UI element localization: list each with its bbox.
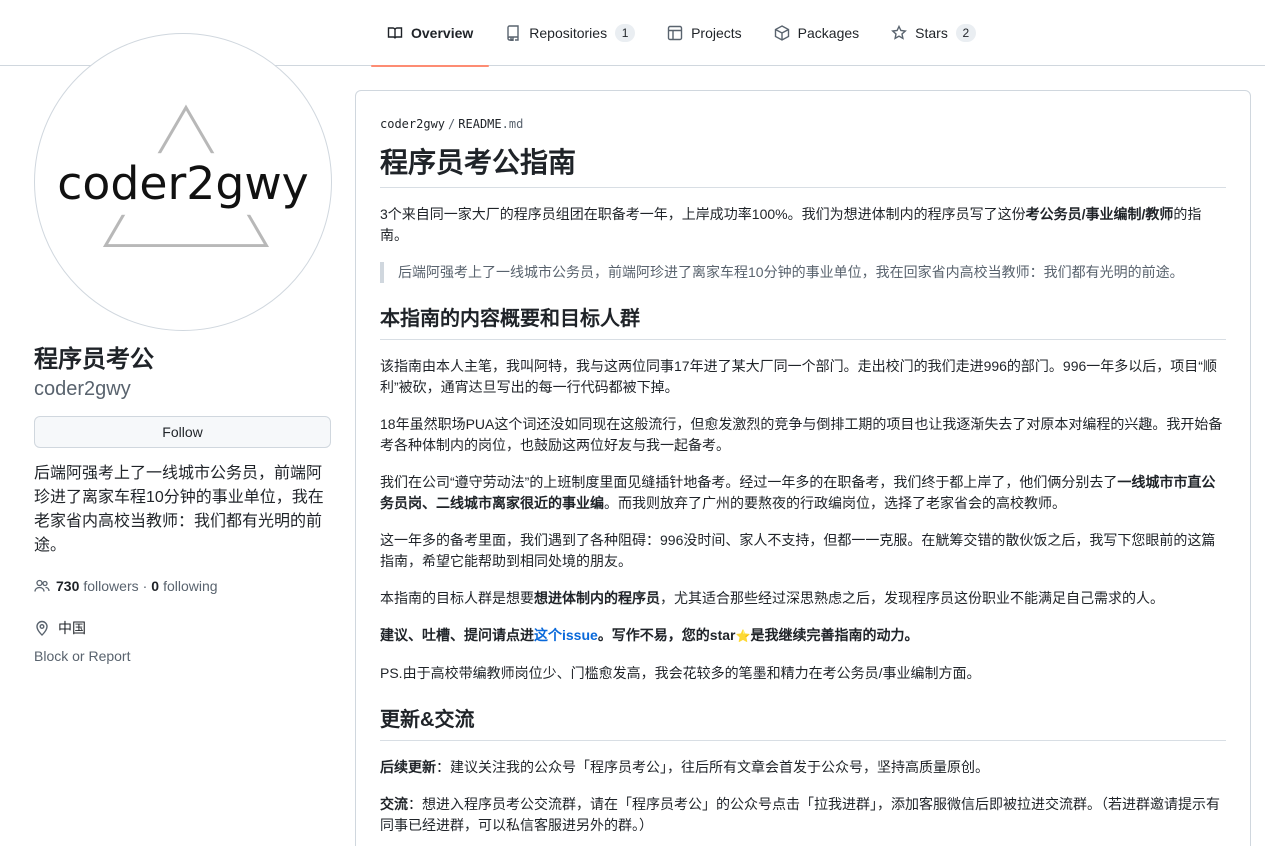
readme-title: 程序员考公指南	[380, 145, 1226, 188]
tab-overview[interactable]: Overview	[371, 0, 490, 67]
breadcrumb-file[interactable]: README	[458, 117, 501, 131]
following-count[interactable]: 0	[151, 577, 159, 595]
heading-overview: 本指南的内容概要和目标人群	[380, 305, 1226, 340]
followers-count[interactable]: 730	[56, 577, 79, 595]
p5-bold: 想进体制内的程序员	[534, 590, 660, 606]
tab-projects-label: Projects	[691, 25, 742, 41]
avatar-logo: coder2gwy	[48, 104, 318, 248]
profile-bio: 后端阿强考上了一线城市公务员，前端阿珍进了离家车程10分钟的事业单位，我在老家省…	[34, 465, 324, 554]
p9-text: ：想进入程序员考公交流群，请在「程序员考公」的公众号点击「拉我进群」，添加客服微…	[380, 796, 1220, 833]
follow-button[interactable]: Follow	[34, 416, 331, 448]
paragraph-1: 该指南由本人主笔，我叫阿特，我与这两位同事17年进了某大厂同一个部门。走出校门的…	[380, 358, 1217, 395]
tab-repositories-label: Repositories	[529, 25, 608, 41]
following-label[interactable]: following	[163, 577, 217, 595]
tab-packages[interactable]: Packages	[758, 0, 875, 66]
readme-breadcrumb: coder2gwy / README.md	[380, 115, 1226, 133]
table-icon	[667, 25, 683, 41]
paragraph-4: 这一年多的备考里面，我们遇到了各种阻碍：996没时间、家人不支持，但都一一克服。…	[380, 532, 1216, 569]
readme-intro: 3个来自同一家大厂的程序员组团在职备考一年，上岸成功率100%。我们为想进体制内…	[380, 204, 1226, 246]
paragraph-7: PS.由于高校带编教师岗位少、门槛愈发高，我会花较多的笔墨和精力在考公务员/事业…	[380, 665, 981, 681]
star-icon	[891, 25, 908, 40]
followers-label[interactable]: followers	[83, 577, 138, 595]
p8-text: ：建议关注我的公众号「程序员考公」，往后所有文章会首发于公众号，坚持高质量原创。	[436, 759, 989, 775]
p6-text-c: 是我继续完善指南的动力。	[750, 627, 919, 643]
heading-update: 更新&交流	[380, 706, 1226, 741]
paragraph-3: 我们在公司“遵守劳动法”的上班制度里面见缝插针地备考。经过一年多的在职备考，我们…	[380, 472, 1226, 514]
p5-text-c: ，尤其适合那些经过深思熟虑之后，发现程序员这份职业不能满足自己需求的人。	[660, 590, 1164, 606]
p5-text-a: 本指南的目标人群是想要	[380, 590, 534, 606]
intro-bold: 考公务员/事业编制/教师	[1025, 206, 1174, 222]
followers-row: 730 followers · 0 following	[34, 577, 218, 595]
paragraph-9: 交流：想进入程序员考公交流群，请在「程序员考公」的公众号点击「拉我进群」，添加客…	[380, 794, 1226, 836]
breadcrumb-user[interactable]: coder2gwy	[380, 117, 445, 131]
tab-stars-label: Stars	[915, 25, 948, 41]
tab-overview-label: Overview	[411, 25, 474, 41]
intro-text-a: 3个来自同一家大厂的程序员组团在职备考一年，上岸成功率100%。我们为想进体制内…	[380, 206, 1026, 222]
readme-content: coder2gwy / README.md 程序员考公指南 3个来自同一家大厂的程序…	[380, 115, 1226, 836]
book-icon	[387, 27, 403, 39]
p6-text-b: 。写作不易，您的star	[597, 627, 736, 643]
paragraph-6: 建议、吐槽、提问请点进这个issue。写作不易，您的star⭐是我继续完善指南的…	[380, 625, 1226, 647]
tab-repositories[interactable]: Repositories 1	[489, 0, 651, 66]
tab-projects[interactable]: Projects	[651, 0, 758, 66]
location-icon	[36, 620, 48, 636]
tab-list: Overview Repositories 1 Projects Package…	[371, 0, 992, 67]
readme-blockquote: 后端阿强考上了一线城市公务员，前端阿珍进了离家车程10分钟的事业单位，我在回家省…	[380, 262, 1226, 283]
location-label: 中国	[58, 620, 86, 636]
breadcrumb-separator: /	[448, 117, 456, 131]
profile-location: 中国	[34, 618, 86, 638]
p3-text-c: 。而我则放弃了广州的要熬夜的行政编岗位，选择了老家省会的高校教师。	[604, 495, 1066, 511]
avatar-text: coder2gwy	[57, 157, 308, 210]
paragraph-2: 18年虽然职场PUA这个词还没如同现在这般流行，但愈发激烈的竞争与倒排工期的项目…	[380, 416, 1223, 453]
separator-dot: ·	[142, 578, 148, 594]
breadcrumb-ext: .md	[501, 117, 524, 131]
p3-text-a: 我们在公司“遵守劳动法”的上班制度里面见缝插针地备考。经过一年多的在职备考，我们…	[380, 474, 1118, 490]
stars-count-badge: 2	[955, 24, 976, 42]
people-icon	[34, 579, 50, 592]
tab-stars[interactable]: Stars 2	[875, 0, 992, 66]
profile-fullname: 程序员考公	[34, 346, 154, 373]
paragraph-5: 本指南的目标人群是想要想进体制内的程序员，尤其适合那些经过深思熟虑之后，发现程序…	[380, 588, 1226, 609]
issue-link[interactable]: 这个issue	[534, 627, 598, 643]
profile-readme: coder2gwy / README.md 程序员考公指南 3个来自同一家大厂的程序…	[355, 90, 1251, 846]
paragraph-8: 后续更新：建议关注我的公众号「程序员考公」，往后所有文章会首发于公众号，坚持高质…	[380, 757, 1226, 778]
tab-packages-label: Packages	[797, 25, 860, 41]
avatar[interactable]: coder2gwy	[34, 33, 332, 331]
block-or-report-link[interactable]: Block or Report	[34, 647, 130, 665]
repo-icon	[507, 25, 519, 41]
p8-bold: 后续更新	[380, 759, 436, 775]
package-icon	[774, 25, 789, 41]
repositories-count-badge: 1	[615, 24, 636, 42]
star-emoji-icon: ⭐	[735, 629, 751, 643]
profile-username: coder2gwy	[34, 378, 131, 400]
p6-text-a: 建议、吐槽、提问请点进	[380, 627, 534, 643]
p9-bold: 交流	[380, 796, 408, 812]
